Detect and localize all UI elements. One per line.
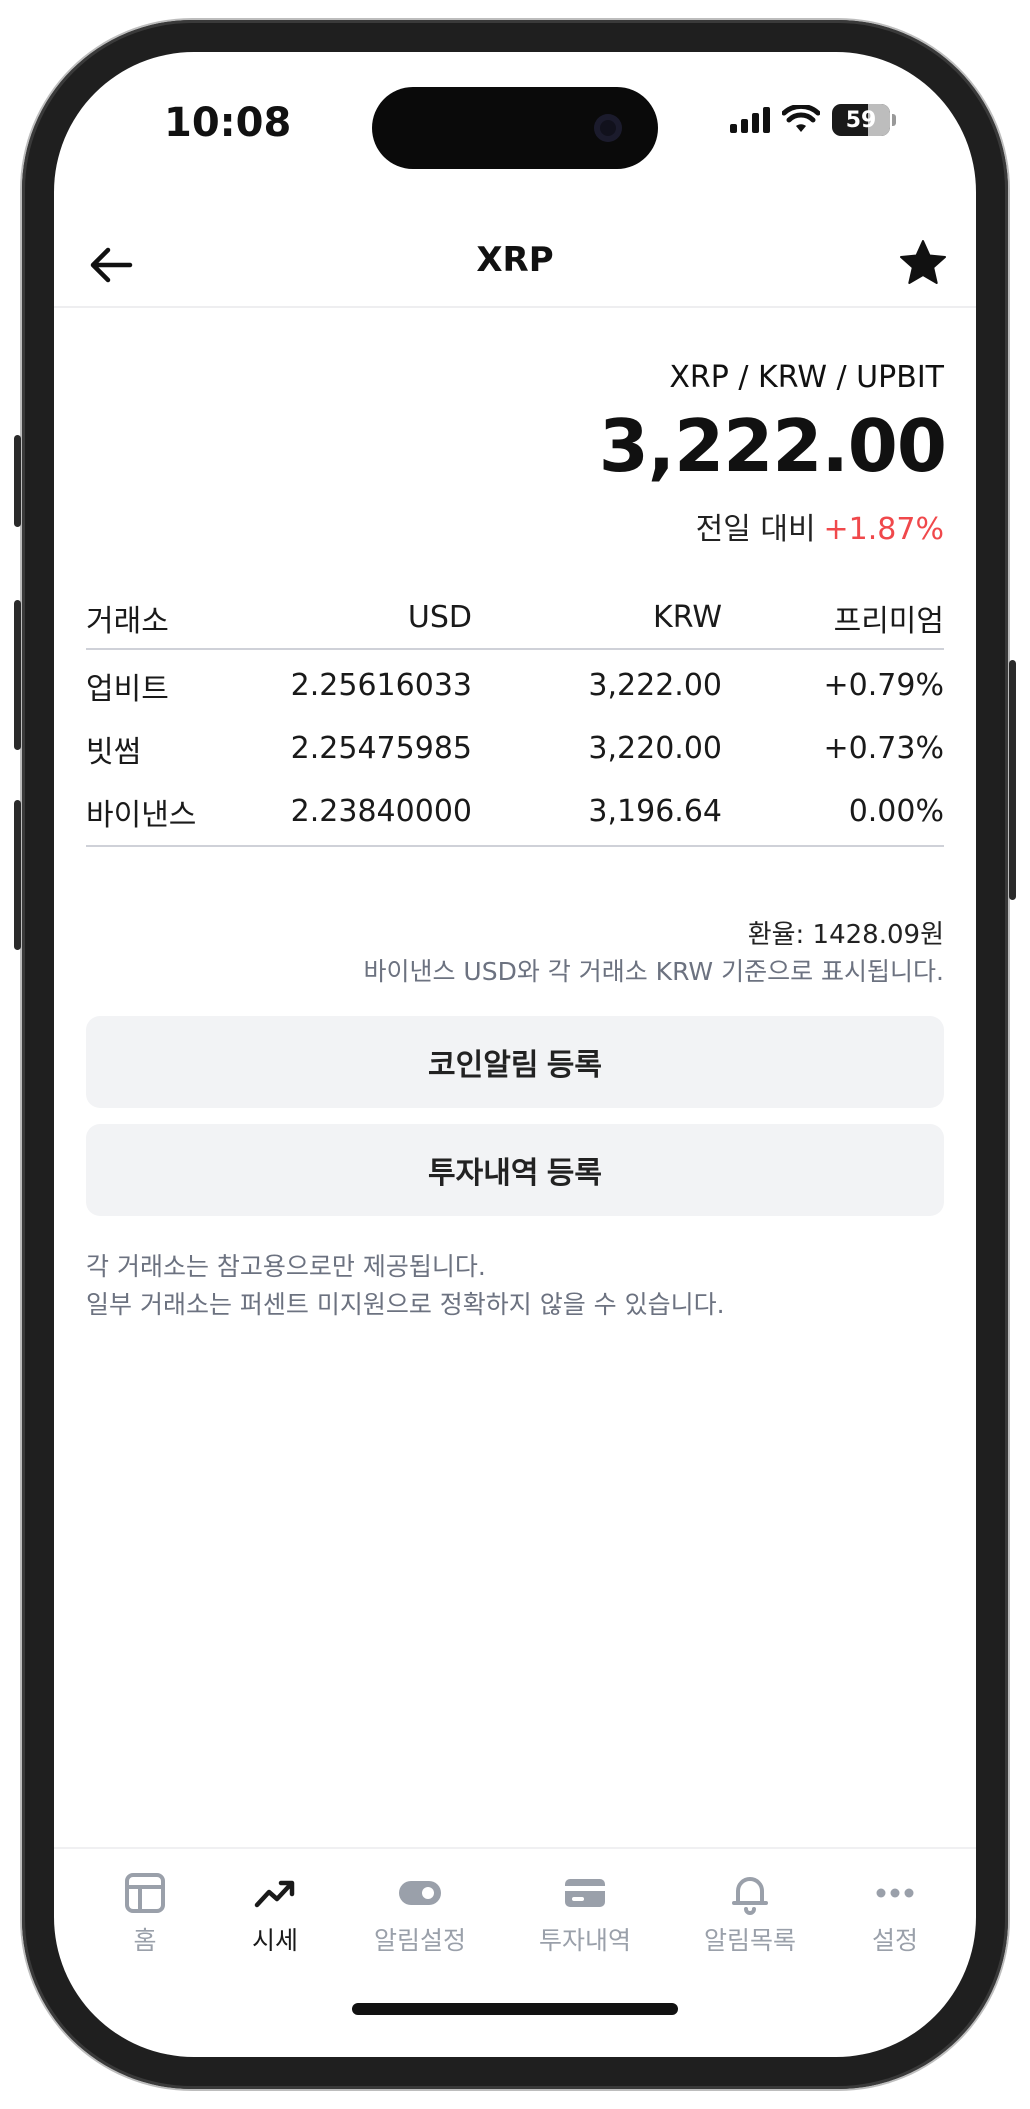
mute-switch bbox=[14, 435, 21, 527]
krw-price: 3,220.00 bbox=[588, 731, 722, 766]
coin-alert-register-button[interactable]: 코인알림 등록 bbox=[86, 1016, 944, 1108]
usd-price: 2.25475985 bbox=[290, 731, 472, 766]
table-row: 바이낸스 2.23840000 3,196.64 0.00% bbox=[86, 780, 944, 843]
more-icon bbox=[876, 1888, 914, 1898]
exchange-name: 빗썸 bbox=[86, 734, 142, 770]
trending-up-icon bbox=[254, 1880, 295, 1908]
investment-register-button[interactable]: 투자내역 등록 bbox=[86, 1124, 944, 1216]
premium: 0.00% bbox=[848, 794, 944, 829]
wifi-icon bbox=[782, 105, 820, 132]
column-header-krw: KRW bbox=[653, 600, 722, 635]
rate-note: 바이낸스 USD와 각 거래소 KRW 기준으로 표시됩니다. bbox=[363, 957, 944, 986]
table-body: 업비트 2.25616033 3,222.00 +0.79% 빗썸 2.2547… bbox=[86, 650, 944, 847]
volume-up-button bbox=[14, 600, 21, 750]
layout-icon bbox=[125, 1873, 165, 1913]
premium: +0.73% bbox=[823, 731, 944, 766]
market-pair: XRP / KRW / UPBIT bbox=[669, 360, 944, 395]
tab-investments[interactable]: 투자내역 bbox=[520, 1871, 650, 1957]
krw-price: 3,196.64 bbox=[588, 794, 722, 829]
toggle-icon bbox=[399, 1881, 441, 1905]
disclaimer: 각 거래소는 참고용으로만 제공됩니다. 일부 거래소는 퍼센트 미지원으로 정… bbox=[86, 1248, 725, 1324]
current-price: 3,222.00 bbox=[598, 404, 947, 488]
tab-settings[interactable]: 설정 bbox=[830, 1871, 960, 1957]
cellular-signal-icon bbox=[730, 107, 770, 133]
tab-alert-list[interactable]: 알림목록 bbox=[685, 1871, 815, 1957]
bottom-tab-bar: 홈 시세 알림설정 투자내역 알림목록 설정 bbox=[54, 1847, 976, 2057]
tab-label: 설정 bbox=[871, 1926, 918, 1955]
krw-price: 3,222.00 bbox=[588, 668, 722, 703]
card-icon bbox=[565, 1879, 605, 1907]
tab-label: 홈 bbox=[133, 1926, 157, 1955]
battery-icon: 59 bbox=[832, 104, 890, 136]
app-screen: 10:08 59 XRP XRP / KRW / UPBIT 3,222.00 … bbox=[54, 52, 976, 2057]
usd-price: 2.25616033 bbox=[290, 668, 472, 703]
status-icons: 59 bbox=[730, 104, 896, 136]
power-button bbox=[1009, 660, 1016, 900]
tab-market[interactable]: 시세 bbox=[210, 1871, 340, 1957]
table-row: 빗썸 2.25475985 3,220.00 +0.73% bbox=[86, 717, 944, 780]
battery-level: 59 bbox=[845, 107, 877, 133]
disclaimer-line-1: 각 거래소는 참고용으로만 제공됩니다. bbox=[86, 1252, 486, 1281]
volume-down-button bbox=[14, 800, 21, 950]
nav-header: XRP bbox=[54, 222, 976, 308]
dynamic-island bbox=[372, 87, 658, 169]
premium: +0.79% bbox=[823, 668, 944, 703]
exchange-name: 업비트 bbox=[86, 671, 169, 707]
exchange-name: 바이낸스 bbox=[86, 797, 197, 833]
column-header-exchange: 거래소 bbox=[86, 603, 169, 639]
tab-alert-settings[interactable]: 알림설정 bbox=[355, 1871, 485, 1957]
star-icon[interactable] bbox=[898, 238, 948, 288]
column-header-premium: 프리미엄 bbox=[833, 603, 944, 639]
exchange-table: 거래소 USD KRW 프리미엄 업비트 2.25616033 3,222.00… bbox=[86, 587, 944, 847]
daily-change: 전일 대비 +1.87% bbox=[696, 504, 944, 548]
tab-label: 알림목록 bbox=[703, 1926, 796, 1955]
tab-label: 알림설정 bbox=[373, 1926, 466, 1955]
bell-icon bbox=[732, 1877, 768, 1915]
column-header-usd: USD bbox=[407, 600, 472, 635]
exchange-rate: 환율: 1428.09원 bbox=[747, 920, 944, 950]
table-header: 거래소 USD KRW 프리미엄 bbox=[86, 587, 944, 650]
home-indicator[interactable] bbox=[352, 2003, 678, 2015]
status-time: 10:08 bbox=[164, 100, 292, 146]
disclaimer-line-2: 일부 거래소는 퍼센트 미지원으로 정확하지 않을 수 있습니다. bbox=[86, 1290, 725, 1319]
change-label: 전일 대비 bbox=[695, 512, 816, 547]
tab-label: 투자내역 bbox=[538, 1926, 631, 1955]
table-row: 업비트 2.25616033 3,222.00 +0.79% bbox=[86, 654, 944, 717]
page-title: XRP bbox=[476, 240, 554, 280]
usd-price: 2.23840000 bbox=[290, 794, 472, 829]
tab-label: 시세 bbox=[251, 1926, 298, 1955]
tab-home[interactable]: 홈 bbox=[80, 1871, 210, 1957]
change-value: +1.87% bbox=[823, 512, 944, 547]
